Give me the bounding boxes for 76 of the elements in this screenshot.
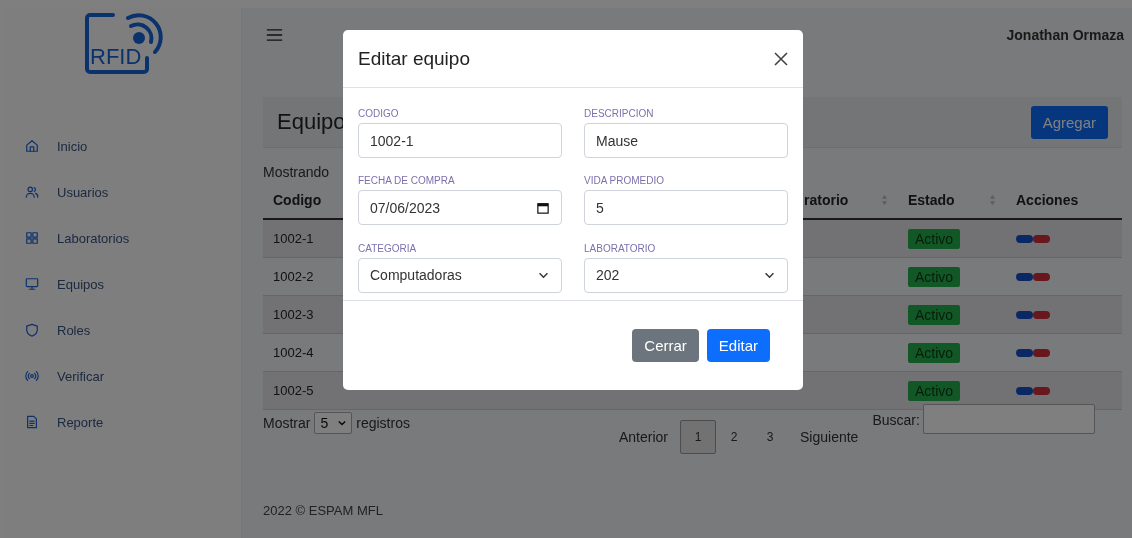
file-icon	[25, 415, 39, 429]
table-cell: 1002-5	[273, 383, 314, 398]
calendar-icon[interactable]	[537, 201, 549, 214]
chevron-icon	[538, 271, 549, 279]
logo-text: RFID	[90, 45, 142, 69]
field-label: DESCRIPCION	[584, 108, 655, 119]
select-field[interactable]: Computadoras	[358, 257, 562, 293]
length-label: registros	[356, 415, 410, 431]
status-badge: Activo	[908, 342, 961, 363]
delete-button[interactable]	[1033, 310, 1050, 319]
grid-icon	[25, 231, 39, 245]
edit-button[interactable]	[1016, 272, 1033, 281]
monitor-icon	[25, 277, 39, 291]
field-label: CODIGO	[358, 108, 400, 119]
table-cell: 1002-4	[273, 345, 314, 360]
delete-button[interactable]	[1033, 272, 1050, 281]
length-select[interactable]: 5	[314, 412, 353, 434]
field-label: VIDA PROMEDIO	[584, 175, 665, 187]
date-field[interactable]: 07/06/2023	[358, 190, 562, 226]
user-name[interactable]: Jonathan Ormaza	[1006, 27, 1124, 43]
next-link[interactable]: Siguiente	[788, 429, 871, 445]
footer-text: 2022 © ESPAM MFL	[263, 503, 384, 518]
status-badge: Activo	[908, 380, 961, 401]
field-label: LABORATORIO	[584, 242, 657, 254]
sidebar-item[interactable]: Equipos	[25, 272, 241, 296]
sort-icon[interactable]	[989, 194, 996, 206]
edit-button[interactable]	[1016, 348, 1033, 357]
delete-button[interactable]	[1033, 386, 1050, 395]
page-title: Equipo	[277, 109, 346, 135]
search-field[interactable]	[922, 404, 1095, 434]
select-field[interactable]: 202	[584, 257, 788, 293]
chevron-icon	[338, 420, 347, 426]
field-label: CATEGORIA	[358, 242, 418, 254]
status-badge: Activo	[908, 266, 961, 287]
page-link[interactable]: 1	[680, 420, 717, 454]
input-field[interactable]: Mause	[584, 123, 788, 158]
add-button[interactable]: Agregar	[1030, 105, 1108, 139]
column-header[interactable]: Codigo	[273, 192, 322, 208]
page-link[interactable]: 2	[716, 420, 753, 454]
delete-button[interactable]	[1033, 348, 1050, 357]
status-badge: Activo	[908, 228, 961, 249]
length-label: Mostrar	[263, 415, 311, 431]
search-label: Buscar:	[872, 412, 920, 428]
table-cell: 1002-3	[273, 307, 314, 322]
status-badge: Activo	[908, 304, 961, 325]
close-button[interactable]: Cerrar	[632, 329, 699, 362]
sidebar-item[interactable]: Usuarios	[25, 180, 241, 204]
sidebar-item[interactable]: Laboratorios	[25, 226, 241, 250]
column-header[interactable]: ratorio	[804, 192, 849, 208]
input-field[interactable]: 5	[584, 190, 788, 226]
sort-icon[interactable]	[881, 194, 888, 206]
delete-button[interactable]	[1033, 234, 1050, 243]
edit-button[interactable]: Editar	[706, 329, 770, 362]
sidebar-item[interactable]: Roles	[25, 318, 241, 342]
page-link[interactable]: 3	[752, 420, 789, 454]
signal-icon	[25, 369, 39, 383]
home-icon	[25, 139, 39, 153]
sidebar-item[interactable]: Inicio	[25, 134, 241, 158]
table-cell: 1002-1	[273, 231, 314, 246]
column-header[interactable]: Estado	[908, 192, 955, 208]
menu-icon[interactable]	[266, 28, 283, 42]
edit-button[interactable]	[1016, 234, 1033, 243]
edit-button[interactable]	[1016, 386, 1033, 395]
dialog-title: Editar equipo	[358, 47, 470, 70]
column-header[interactable]: Acciones	[1016, 192, 1079, 208]
previous-link[interactable]: Anterior	[607, 429, 681, 445]
input-field[interactable]: 1002-1	[358, 123, 562, 158]
edit-button[interactable]	[1016, 310, 1033, 319]
users-icon	[25, 185, 39, 199]
sidebar-item[interactable]: Verificar	[25, 364, 241, 388]
field-label: FECHA DE COMPRA	[358, 175, 456, 187]
shield-icon	[25, 323, 39, 337]
table-cell: 1002-2	[273, 269, 314, 284]
sidebar-item[interactable]: Reporte	[25, 410, 241, 434]
chevron-icon	[764, 271, 775, 279]
close-icon[interactable]	[773, 50, 789, 67]
